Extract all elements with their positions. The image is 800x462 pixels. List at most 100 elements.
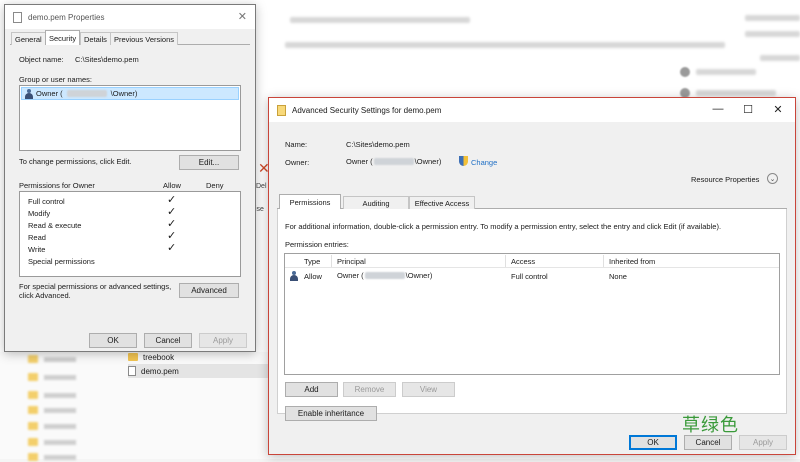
user-prefix: Owner ( [36, 89, 63, 98]
table-row[interactable]: Allow Owner (\Owner) Full control None [285, 269, 779, 283]
permission-name: Read & execute [28, 221, 82, 230]
close-icon[interactable]: ✕ [238, 10, 247, 23]
dialog-title: Advanced Security Settings for demo.pem [292, 105, 442, 115]
info-text: For additional information, double-click… [285, 222, 722, 231]
column-header[interactable]: Access [511, 257, 535, 266]
blurred-text [285, 42, 725, 48]
blurred-folder [28, 372, 76, 382]
blurred-folder [28, 405, 76, 415]
tab-auditing[interactable]: Auditing [343, 196, 409, 209]
properties-titlebar: demo.pem Properties ✕ [5, 5, 255, 29]
owner-value: Owner ( \Owner) [346, 157, 441, 166]
folder-icon [128, 353, 138, 361]
column-header[interactable]: Inherited from [609, 257, 655, 266]
group-label: Group or user names: [19, 75, 92, 84]
change-permissions-text: To change permissions, click Edit. [19, 157, 132, 166]
column-divider [603, 255, 604, 267]
explorer-item-treebook[interactable]: treebook [128, 350, 174, 364]
name-label: Name: [285, 140, 308, 149]
blurred-folder [28, 421, 76, 431]
user-list[interactable]: Owner ( \Owner) [19, 85, 241, 151]
user-icon [25, 88, 33, 99]
redacted-domain [66, 90, 107, 97]
blurred-text [696, 90, 776, 96]
owner-suffix: \Owner) [414, 157, 442, 166]
column-header[interactable]: Principal [337, 257, 366, 266]
tab-effective-access[interactable]: Effective Access [409, 196, 475, 209]
permission-name: Write [28, 245, 46, 254]
enable-inheritance-button[interactable]: Enable inheritance [285, 406, 377, 421]
redacted-domain [373, 158, 414, 165]
edit-button[interactable]: Edit... [179, 155, 239, 170]
blurred-text [696, 69, 756, 75]
maximize-icon[interactable]: ☐ [733, 98, 763, 120]
minimize-icon[interactable]: — [703, 98, 733, 120]
column-header[interactable]: Type [304, 257, 320, 266]
explorer-item-label: treebook [143, 352, 175, 362]
close-icon[interactable]: ✕ [763, 98, 793, 120]
allow-header: Allow [163, 181, 181, 190]
advanced-button[interactable]: Advanced [179, 283, 239, 298]
tab-previous-versions[interactable]: Previous Versions [110, 32, 179, 45]
permissions-header: Permissions for Owner [19, 181, 95, 190]
add-button[interactable]: Add [285, 382, 338, 397]
tab-details[interactable]: Details [80, 32, 111, 45]
column-divider [331, 255, 332, 267]
watermark: 草绿色 [682, 415, 739, 436]
ok-button[interactable]: OK [89, 333, 137, 348]
tab-label: Security [49, 33, 77, 43]
principal-suffix: \Owner) [405, 271, 433, 280]
resource-properties-label[interactable]: Resource Properties [691, 175, 759, 184]
apply-button[interactable]: Apply [739, 435, 787, 450]
cancel-button[interactable]: Cancel [684, 435, 732, 450]
file-icon [13, 11, 22, 23]
permissions-list: Full control Modify Read & execute Read … [19, 191, 241, 277]
row-type: Allow [304, 272, 322, 281]
object-name-value: C:\Sites\demo.pem [75, 55, 139, 64]
column-divider [505, 255, 506, 267]
tab-label: Auditing [362, 198, 390, 208]
advanced-titlebar: Advanced Security Settings for demo.pem … [269, 98, 795, 122]
owner-prefix: Owner ( [346, 157, 373, 166]
permission-name: Read [28, 233, 46, 242]
tab-label: General [15, 34, 42, 44]
chevron-down-icon[interactable]: ⌄ [767, 173, 778, 184]
name-value: C:\Sites\demo.pem [346, 140, 410, 149]
view-button[interactable]: View [402, 382, 455, 397]
owner-label: Owner: [285, 158, 310, 167]
blurred-folder [28, 390, 76, 400]
principal-prefix: Owner ( [337, 271, 364, 280]
blurred-folder [28, 354, 76, 364]
ok-button[interactable]: OK [629, 435, 677, 450]
allow-check-icon: ✓ [167, 242, 177, 254]
explorer-item-demo-pem[interactable]: demo.pem [128, 364, 270, 378]
apply-button[interactable]: Apply [199, 333, 247, 348]
tab-label: Effective Access [414, 198, 470, 208]
user-list-item[interactable]: Owner ( \Owner) [21, 87, 239, 100]
user-suffix: \Owner) [110, 89, 138, 98]
cancel-button[interactable]: Cancel [144, 333, 192, 348]
advanced-security-dialog: Advanced Security Settings for demo.pem … [268, 97, 796, 455]
tab-label: Previous Versions [114, 34, 175, 44]
permission-name: Full control [28, 197, 65, 206]
row-principal: Owner ( \Owner) [337, 271, 432, 280]
properties-dialog: demo.pem Properties ✕ General Security D… [4, 4, 256, 352]
blurred-folder [28, 437, 76, 447]
change-owner-link[interactable]: Change [471, 158, 497, 167]
tab-security[interactable]: Security [45, 30, 81, 45]
redacted-domain [364, 272, 405, 279]
delete-label: Del [256, 183, 267, 190]
tab-permissions[interactable]: Permissions [279, 194, 341, 209]
table-header: Type Principal Access Inherited from [285, 254, 779, 268]
permission-name: Modify [28, 209, 51, 218]
file-icon [128, 366, 136, 376]
blurred-text [745, 31, 800, 37]
object-name-label: Object name: [19, 55, 64, 64]
tab-general[interactable]: General [11, 32, 46, 45]
dialog-title: demo.pem Properties [28, 12, 105, 22]
blurred-text [290, 17, 470, 23]
special-permissions-text-2: click Advanced. [19, 291, 71, 300]
special-permissions-text: For special permissions or advanced sett… [19, 282, 172, 291]
blurred-radio [680, 67, 690, 77]
remove-button[interactable]: Remove [343, 382, 396, 397]
